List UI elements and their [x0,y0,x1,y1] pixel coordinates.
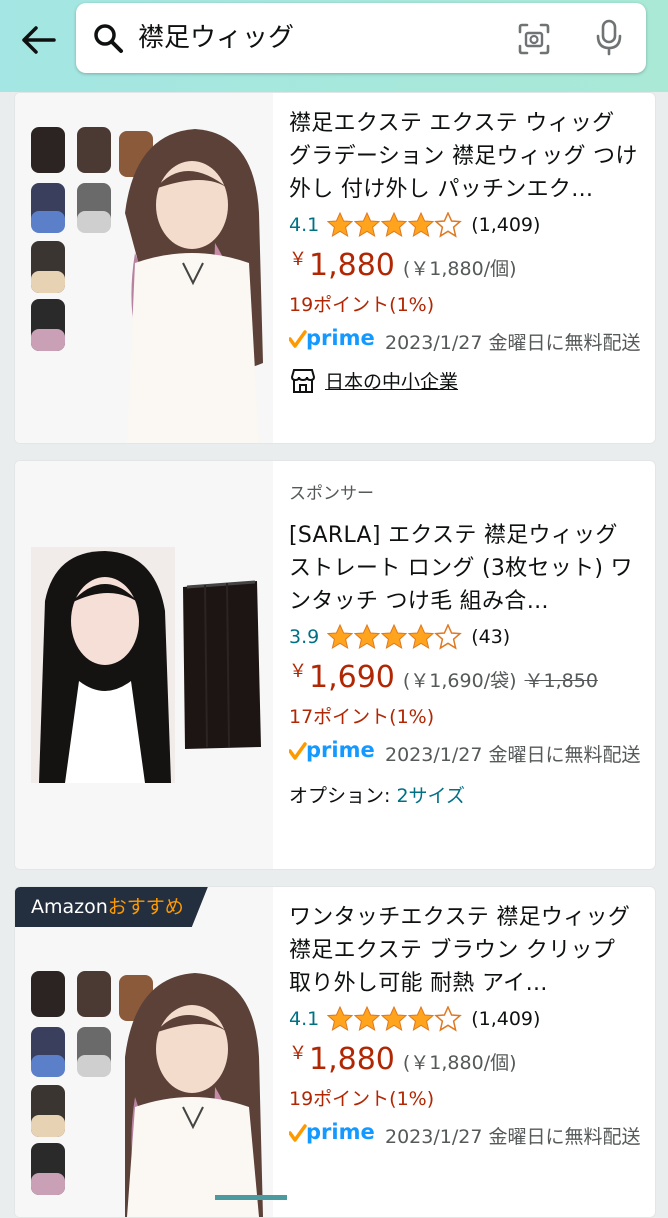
rating-count[interactable]: (1,409) [471,1008,540,1030]
scroll-indicator [215,1195,287,1200]
rating-value: 4.1 [289,1008,320,1030]
star-rating-icon [327,624,463,650]
product-title[interactable]: [SARLA] エクステ 襟足ウィッグ ストレート ロング (3枚セット) ワン… [289,519,641,618]
product-card[interactable]: スポンサー [SARLA] エクステ 襟足ウィッグ ストレート ロング (3枚セ… [14,460,656,870]
camera-search-icon[interactable] [516,21,552,57]
price-row: ￥ 1,880 (￥1,880/個) [289,248,641,288]
rating-row[interactable]: 4.1 (1,409) [289,208,641,242]
product-image[interactable] [15,461,273,869]
badge-prefix: Amazon [31,896,108,918]
price: 1,880 [309,1042,395,1077]
microphone-icon[interactable] [594,19,624,57]
delivery-date: 2023/1/27 金曜日に無料配送 [385,332,641,354]
prime-logo-icon: prime [288,1120,379,1155]
svg-text:prime: prime [306,326,375,350]
rating-value: 3.9 [289,626,320,648]
rating-value: 4.1 [289,214,320,236]
product-image[interactable] [15,887,273,1217]
price: 1,880 [309,248,395,283]
product-image[interactable] [15,93,273,443]
currency-symbol: ￥ [289,1043,307,1064]
top-bar: 襟足ウィッグ [0,0,668,92]
unit-price: (￥1,880/個) [402,1052,517,1074]
search-input[interactable]: 襟足ウィッグ [138,21,294,55]
small-business-link[interactable]: 日本の中小企業 [289,367,641,394]
unit-price: (￥1,690/袋) [402,670,517,692]
product-title[interactable]: ワンタッチエクステ 襟足ウィッグ 襟足エクステ ブラウン クリップ 取り外し可能… [289,901,641,1000]
sponsored-label: スポンサー [289,484,374,504]
prime-logo-icon: prime [288,738,379,773]
rating-row[interactable]: 3.9 (43) [289,620,641,654]
unit-price: (￥1,880/個) [402,258,517,280]
star-rating-icon [327,212,463,238]
rating-count[interactable]: (1,409) [471,214,540,236]
amazon-choice-badge: Amazonおすすめ [15,887,208,927]
list-price: ￥1,850 [524,670,598,692]
badge-accent: おすすめ [107,896,184,918]
points: 19ポイント(1%) [289,1088,435,1110]
delivery-info: prime 2023/1/27 金曜日に無料配送 [288,326,641,361]
rating-count[interactable]: (43) [471,626,510,648]
currency-symbol: ￥ [289,661,307,682]
currency-symbol: ￥ [289,249,307,270]
price: 1,690 [309,660,395,695]
svg-text:prime: prime [306,738,375,762]
rating-row[interactable]: 4.1 (1,409) [289,1002,641,1036]
option-row[interactable]: オプション: 2サイズ [289,781,641,808]
delivery-info: prime 2023/1/27 金曜日に無料配送 [288,738,641,773]
points: 17ポイント(1%) [289,706,435,728]
delivery-date: 2023/1/27 金曜日に無料配送 [385,1126,641,1148]
star-rating-icon [327,1006,463,1032]
svg-text:prime: prime [306,1120,375,1144]
small-business-label[interactable]: 日本の中小企業 [325,367,458,394]
price-row: ￥ 1,690 (￥1,690/袋) ￥1,850 [289,660,641,700]
product-title[interactable]: 襟足エクステ エクステ ウィッグ グラデーション 襟足ウィッグ つけ外し 付け外… [289,107,641,206]
search-box[interactable]: 襟足ウィッグ [76,3,646,73]
product-card[interactable]: Amazonおすすめ ワンタッチエクステ 襟足ウィッグ 襟足エクステ ブラウン … [14,886,656,1218]
prime-logo-icon: prime [288,326,379,361]
delivery-date: 2023/1/27 金曜日に無料配送 [385,744,641,766]
option-value-link[interactable]: 2サイズ [396,785,465,807]
back-arrow-icon[interactable] [18,20,58,60]
price-row: ￥ 1,880 (￥1,880/個) [289,1042,641,1082]
points: 19ポイント(1%) [289,294,435,316]
search-icon [94,24,123,53]
option-label: オプション: [289,785,391,807]
product-card[interactable]: 襟足エクステ エクステ ウィッグ グラデーション 襟足ウィッグ つけ外し 付け外… [14,92,656,444]
storefront-icon [290,368,316,393]
delivery-info: prime 2023/1/27 金曜日に無料配送 [288,1120,641,1155]
